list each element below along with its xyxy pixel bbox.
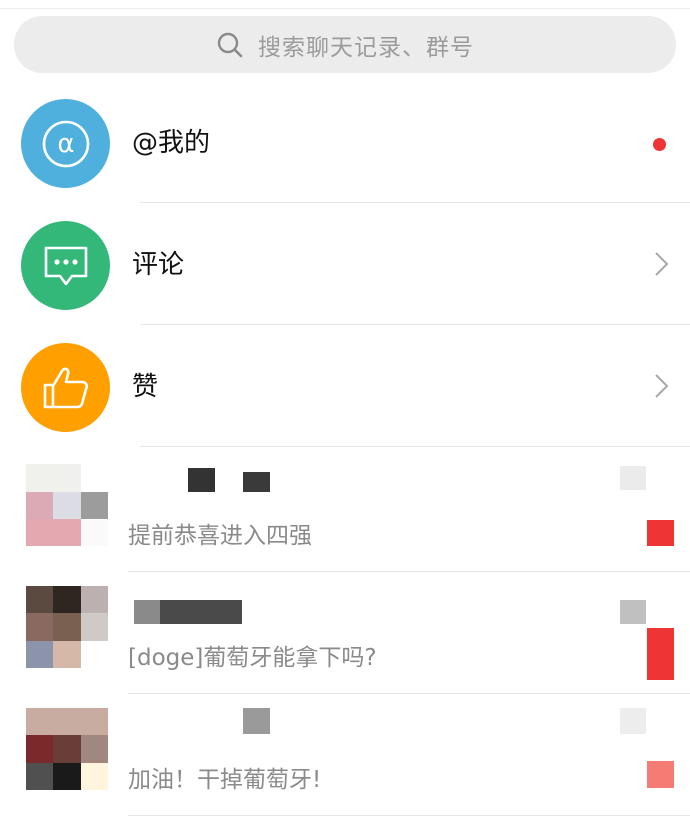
mentions-row[interactable]: α @我的	[0, 83, 690, 203]
unread-badge	[647, 761, 674, 788]
conversation-item[interactable]: 提前恭喜进入四强	[0, 450, 690, 572]
avatar	[26, 464, 108, 546]
likes-row[interactable]: 赞	[0, 327, 690, 447]
comments-row[interactable]: 评论	[0, 205, 690, 325]
likes-label: 赞	[132, 372, 159, 402]
avatar	[26, 708, 108, 790]
row-separator	[140, 446, 690, 447]
redacted-name	[134, 600, 160, 624]
redacted-name	[188, 468, 215, 492]
top-divider	[0, 0, 690, 9]
comment-bubble-icon	[21, 221, 110, 310]
row-separator	[140, 324, 690, 325]
conversation-item[interactable]: [doge]葡萄牙能拿下吗?	[0, 572, 690, 694]
unread-badge	[647, 628, 674, 680]
conversation-item[interactable]: 加油！干掉葡萄牙!	[0, 694, 690, 816]
comments-label: 评论	[132, 250, 185, 280]
chevron-right-icon	[655, 374, 669, 398]
unread-badge	[647, 520, 674, 546]
message-preview: 加油！干掉葡萄牙!	[128, 767, 322, 793]
redacted-name	[243, 708, 270, 734]
thumbs-up-icon	[21, 343, 110, 432]
redacted-time	[620, 466, 646, 490]
search-placeholder: 搜索聊天记录、群号	[258, 34, 474, 61]
redacted-name	[243, 472, 270, 492]
redacted-time	[620, 600, 646, 624]
avatar	[26, 586, 108, 668]
at-icon: α	[21, 99, 110, 188]
unread-dot	[653, 138, 666, 151]
redacted-time	[620, 708, 646, 734]
search-bar[interactable]: 搜索聊天记录、群号	[14, 16, 676, 73]
svg-text:α: α	[57, 129, 74, 159]
message-preview: 提前恭喜进入四强	[128, 523, 312, 549]
search-icon	[217, 32, 243, 57]
row-separator	[140, 202, 690, 203]
mentions-label: @我的	[132, 128, 211, 158]
redacted-name	[160, 600, 242, 624]
message-preview: [doge]葡萄牙能拿下吗?	[128, 645, 377, 671]
chevron-right-icon	[655, 252, 669, 276]
